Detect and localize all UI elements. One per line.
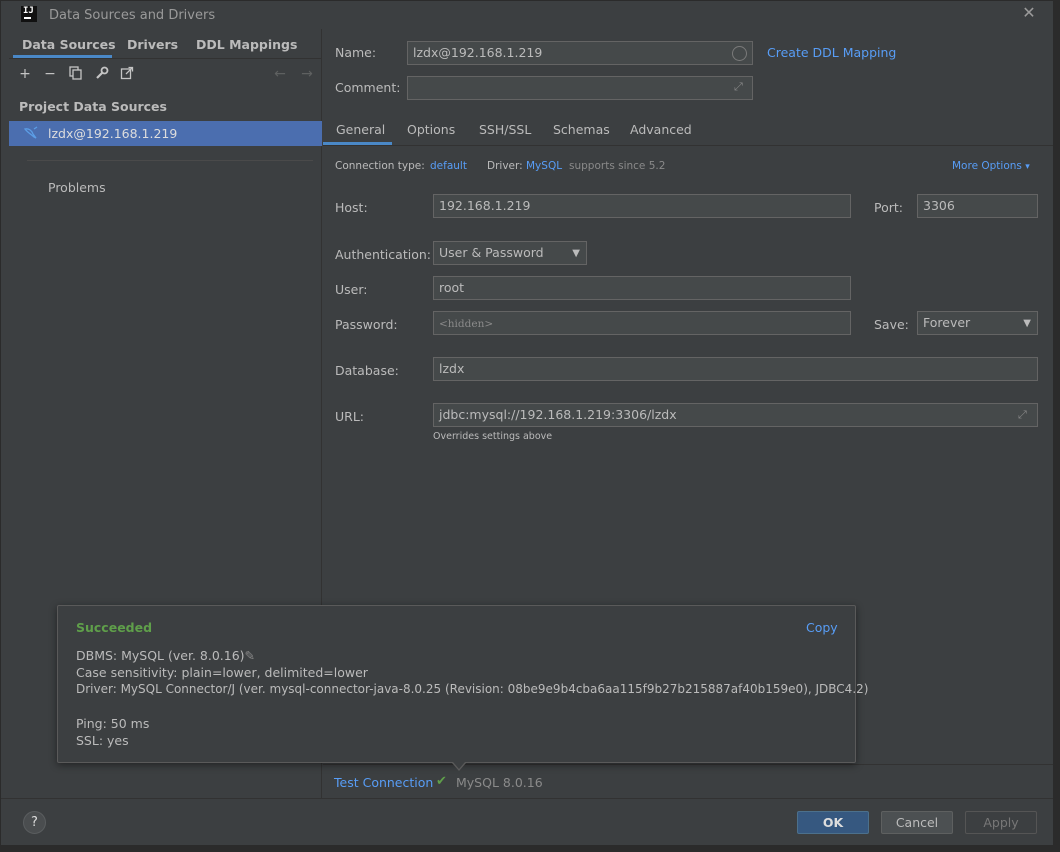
password-label: Password: (335, 317, 398, 332)
tab-ddl-mappings[interactable]: DDL Mappings (196, 37, 297, 52)
password-field[interactable]: <hidden> (433, 311, 851, 335)
user-value: root (439, 280, 465, 295)
driver-link[interactable]: MySQL (526, 160, 562, 172)
host-label: Host: (335, 200, 368, 215)
dbms-text: DBMS: MySQL (ver. 8.0.16) (76, 648, 245, 663)
pencil-icon: ✎ (244, 648, 256, 663)
database-value: lzdx (439, 361, 465, 376)
datasource-item[interactable]: lzdx@192.168.1.219 (9, 121, 322, 146)
test-connection-link[interactable]: Test Connection (334, 775, 433, 790)
host-value: 192.168.1.219 (439, 198, 531, 213)
wrench-icon[interactable] (94, 66, 110, 82)
user-field[interactable]: root (433, 276, 851, 300)
checkmark-icon: ✔ (436, 774, 447, 789)
logo-text: IJ (23, 6, 34, 16)
close-icon[interactable]: ✕ (1021, 5, 1037, 21)
authentication-select[interactable]: User & Password ▼ (433, 241, 587, 265)
more-options-link[interactable]: More Options ▾ (952, 160, 1030, 172)
url-field[interactable]: jdbc:mysql://192.168.1.219:3306/lzdx (433, 403, 1038, 427)
more-options-label: More Options (952, 160, 1022, 172)
authentication-value: User & Password (439, 245, 544, 260)
database-field[interactable]: lzdx (433, 357, 1038, 381)
tab-ssh-ssl[interactable]: SSH/SSL (479, 122, 531, 137)
add-icon[interactable]: + (17, 66, 33, 82)
forward-arrow-icon[interactable]: → (299, 66, 315, 82)
cancel-button[interactable]: Cancel (881, 811, 953, 834)
datasource-label: lzdx@192.168.1.219 (48, 126, 178, 141)
port-field[interactable]: 3306 (917, 194, 1038, 218)
password-placeholder: <hidden> (439, 318, 494, 330)
window-title: Data Sources and Drivers (49, 8, 216, 23)
problems-item[interactable]: Problems (48, 180, 106, 195)
ok-button[interactable]: OK (797, 811, 869, 834)
dropdown-arrow-icon: ▼ (572, 248, 580, 259)
data-sources-dialog: IJ Data Sources and Drivers ✕ Data Sourc… (0, 0, 1053, 845)
driver-note: supports since 5.2 (569, 160, 666, 172)
case-sensitivity-line: Case sensitivity: plain=lower, delimited… (76, 665, 368, 680)
mysql-dolphin-icon (23, 125, 39, 145)
test-result-popup: Succeeded Copy DBMS: MySQL (ver. 8.0.16)… (57, 605, 868, 763)
driver-label: Driver: (487, 160, 523, 172)
tab-general[interactable]: General (336, 122, 385, 137)
copy-link[interactable]: Copy (806, 620, 838, 635)
url-note: Overrides settings above (433, 431, 553, 442)
test-result: MySQL 8.0.16 (456, 775, 543, 790)
tab-schemas[interactable]: Schemas (553, 122, 610, 137)
popup-pointer-fill (453, 762, 465, 769)
port-value: 3306 (923, 198, 955, 213)
test-connection-bar: Test Connection ✔ MySQL 8.0.16 (323, 764, 1053, 798)
name-label: Name: (335, 45, 377, 60)
tab-drivers[interactable]: Drivers (127, 37, 178, 52)
port-label: Port: (874, 200, 903, 215)
project-data-sources-heading: Project Data Sources (19, 99, 167, 114)
ssl-line: SSL: yes (76, 733, 129, 748)
intellij-logo-icon: IJ (21, 6, 37, 22)
dropdown-arrow-icon: ▼ (1023, 318, 1031, 329)
chevron-down-icon: ▾ (1025, 162, 1030, 172)
back-arrow-icon[interactable]: ← (272, 66, 288, 82)
create-ddl-mapping-link[interactable]: Create DDL Mapping (767, 45, 896, 60)
database-label: Database: (335, 363, 399, 378)
url-value: jdbc:mysql://192.168.1.219:3306/lzdx (439, 407, 677, 422)
tab-advanced[interactable]: Advanced (630, 122, 692, 137)
save-value: Forever (923, 315, 971, 330)
url-label: URL: (335, 409, 365, 424)
expand-icon[interactable]: ⤢ (734, 80, 743, 94)
comment-label: Comment: (335, 80, 401, 95)
help-button[interactable]: ? (23, 811, 46, 834)
connection-type-link[interactable]: default (430, 160, 467, 172)
status-succeeded: Succeeded (76, 620, 153, 635)
duplicate-icon[interactable] (68, 66, 84, 82)
host-field[interactable]: 192.168.1.219 (433, 194, 851, 218)
name-field[interactable]: lzdx@192.168.1.219 (407, 41, 753, 65)
color-circle-icon[interactable] (732, 46, 747, 61)
ping-line: Ping: 50 ms (76, 716, 150, 731)
title-bar: IJ Data Sources and Drivers ✕ (1, 1, 1053, 29)
jump-to-source-icon[interactable] (119, 66, 135, 82)
comment-field[interactable] (407, 76, 753, 100)
tab-data-sources[interactable]: Data Sources (22, 37, 116, 52)
divider (27, 160, 313, 161)
expand-icon[interactable]: ⤢ (1018, 408, 1027, 422)
name-value: lzdx@192.168.1.219 (413, 45, 543, 60)
save-select[interactable]: Forever ▼ (917, 311, 1038, 335)
tab-options[interactable]: Options (407, 122, 455, 137)
apply-button[interactable]: Apply (965, 811, 1037, 834)
bottom-bar: ? OK Cancel Apply (1, 798, 1053, 845)
dbms-line: DBMS: MySQL (ver. 8.0.16)✎ (76, 648, 255, 663)
divider (323, 145, 1053, 146)
save-label: Save: (874, 317, 909, 332)
connection-type-label: Connection type: (335, 160, 425, 172)
user-label: User: (335, 282, 368, 297)
authentication-label: Authentication: (335, 247, 431, 262)
remove-icon[interactable]: − (42, 66, 58, 82)
driver-line: Driver: MySQL Connector/J (ver. mysql-co… (76, 682, 869, 696)
divider (9, 58, 322, 59)
